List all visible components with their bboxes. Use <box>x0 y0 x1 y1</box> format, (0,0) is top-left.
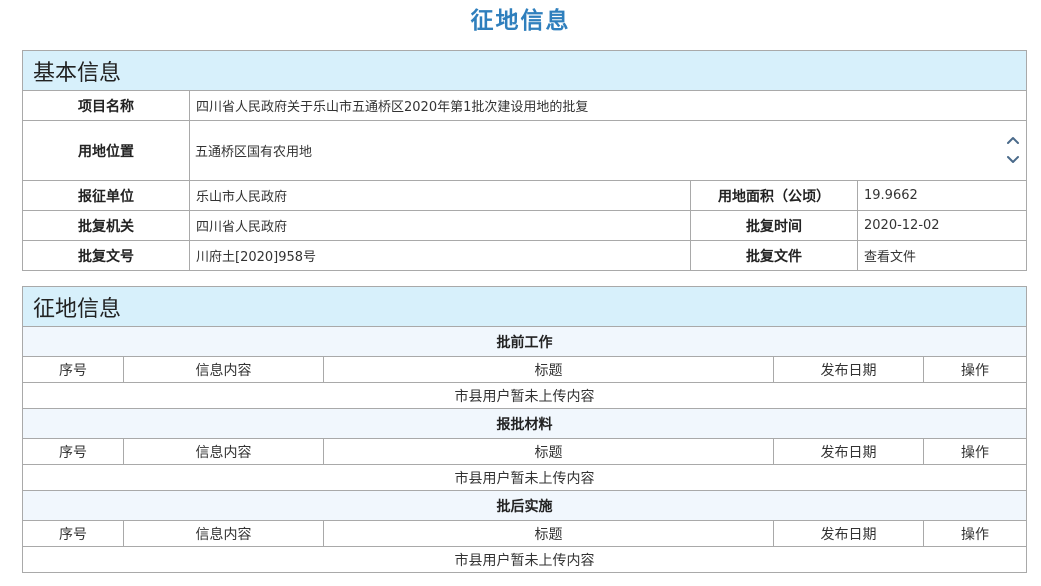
column-header-content: 信息内容 <box>123 520 324 547</box>
group-title: 批后实施 <box>21 490 1028 521</box>
applicant-value: 乐山市人民政府 <box>189 180 691 211</box>
column-header-title: 标题 <box>323 438 774 465</box>
column-header-action: 操作 <box>922 438 1028 465</box>
view-file-link[interactable]: 查看文件 <box>864 250 916 265</box>
location-value: 五通桥区国有农用地 <box>195 145 313 160</box>
project-name-value: 四川省人民政府关于乐山市五通桥区2020年第1批次建设用地的批复 <box>188 90 1028 121</box>
doc-no-value: 川府土[2020]958号 <box>189 240 691 271</box>
land-acquisition-header: 征地信息 <box>21 286 1028 327</box>
basic-info-header: 基本信息 <box>21 50 1028 91</box>
location-scroll-control[interactable] <box>1006 131 1020 171</box>
land-acquisition-table: 征地信息 批前工作 序号 信息内容 标题 发布日期 操作 市县用户暂未上传内容 … <box>21 286 1028 573</box>
column-header-content: 信息内容 <box>123 356 324 383</box>
location-label: 用地位置 <box>22 120 190 181</box>
approver-label: 批复机关 <box>22 210 190 241</box>
approve-date-value: 2020-12-02 <box>856 210 1028 241</box>
doc-file-cell: 查看文件 <box>856 240 1028 271</box>
empty-message: 市县用户暂未上传内容 <box>21 546 1028 573</box>
approver-value: 四川省人民政府 <box>189 210 691 241</box>
approve-date-label: 批复时间 <box>690 210 858 241</box>
empty-message: 市县用户暂未上传内容 <box>21 382 1028 409</box>
group-title: 报批材料 <box>21 408 1028 439</box>
page-title: 征地信息 <box>470 8 571 34</box>
doc-no-label: 批复文号 <box>22 240 190 271</box>
area-label: 用地面积（公顷） <box>690 180 858 211</box>
column-header-action: 操作 <box>922 520 1028 547</box>
column-header-title: 标题 <box>323 520 774 547</box>
group-title: 批前工作 <box>21 326 1028 357</box>
chevron-up-icon[interactable] <box>1007 137 1020 144</box>
column-header-index: 序号 <box>22 438 124 465</box>
basic-info-table: 基本信息 项目名称 四川省人民政府关于乐山市五通桥区2020年第1批次建设用地的… <box>21 50 1028 271</box>
location-field[interactable]: 五通桥区国有农用地 <box>188 120 1028 181</box>
empty-message: 市县用户暂未上传内容 <box>21 464 1028 491</box>
project-name-label: 项目名称 <box>22 90 190 121</box>
applicant-label: 报征单位 <box>22 180 190 211</box>
column-header-content: 信息内容 <box>123 438 324 465</box>
column-header-action: 操作 <box>922 356 1028 383</box>
chevron-down-icon[interactable] <box>1007 156 1020 163</box>
doc-file-label: 批复文件 <box>690 240 858 271</box>
column-header-title: 标题 <box>323 356 774 383</box>
column-header-index: 序号 <box>22 520 124 547</box>
column-header-index: 序号 <box>22 356 124 383</box>
area-value: 19.9662 <box>856 180 1028 211</box>
column-header-date: 发布日期 <box>773 438 924 465</box>
column-header-date: 发布日期 <box>773 356 924 383</box>
column-header-date: 发布日期 <box>773 520 924 547</box>
